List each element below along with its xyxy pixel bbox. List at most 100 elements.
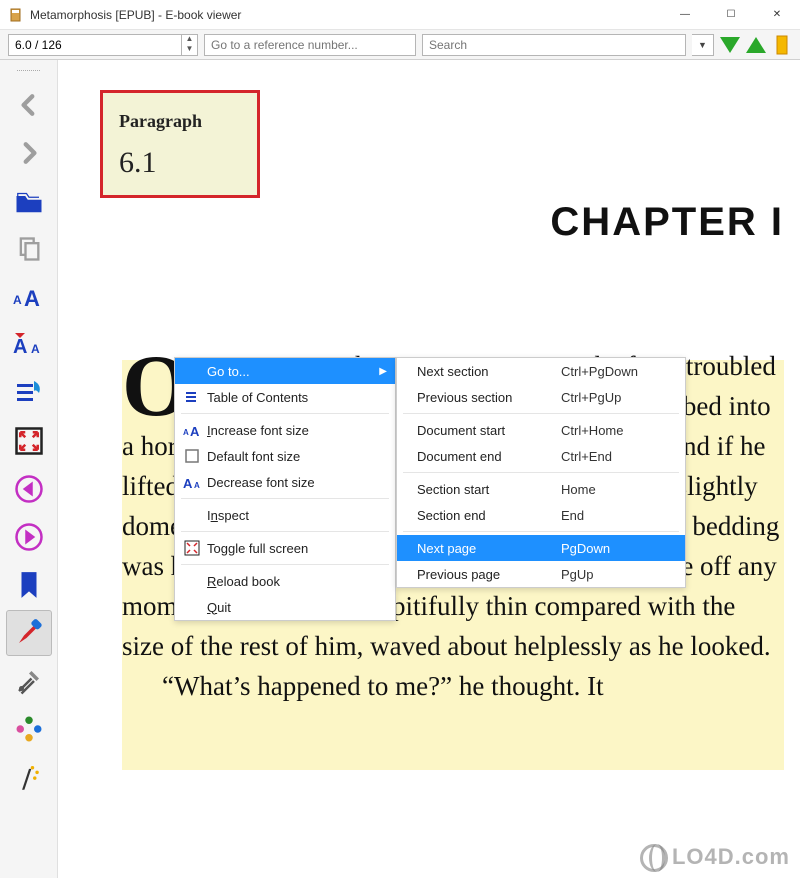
svg-text:A: A: [194, 481, 200, 489]
lookup-button[interactable]: [6, 754, 52, 800]
paragraph-indicator: Paragraph 6.1: [100, 90, 260, 198]
paragraph-label: Paragraph: [119, 111, 241, 132]
svg-text:A: A: [13, 293, 22, 307]
minimize-button[interactable]: —: [662, 0, 708, 30]
submenu-item[interactable]: Section startHome: [397, 476, 685, 502]
themes-button[interactable]: [6, 706, 52, 752]
prev-match-button[interactable]: [746, 34, 766, 56]
menu-item[interactable]: Inspect: [175, 502, 395, 528]
submenu-item-label: Section start: [413, 482, 561, 497]
submenu-item[interactable]: Previous pagePgUp: [397, 561, 685, 587]
submenu-item[interactable]: Document endCtrl+End: [397, 443, 685, 469]
menu-item[interactable]: AAIncrease font size: [175, 417, 395, 443]
submenu-item-label: Document end: [413, 449, 561, 464]
svg-text:A: A: [183, 476, 193, 489]
reference-input[interactable]: [204, 34, 416, 56]
increase-font-button[interactable]: AA: [6, 274, 52, 320]
page-position-input[interactable]: [9, 35, 181, 55]
menu-separator: [181, 498, 389, 499]
menu-separator: [403, 531, 679, 532]
submenu-item-label: Previous page: [413, 567, 561, 582]
fullscreen-button[interactable]: [6, 418, 52, 464]
submenu-item-shortcut: Home: [561, 482, 671, 497]
menu-item[interactable]: Quit: [175, 594, 395, 620]
font-def-icon: [181, 448, 203, 464]
menu-item[interactable]: Go to...▶: [175, 358, 395, 384]
font-dec-icon: AA: [181, 475, 203, 489]
menu-item-label: Inspect: [203, 508, 377, 523]
bookmark-button[interactable]: [6, 562, 52, 608]
menu-item[interactable]: Table of Contents: [175, 384, 395, 410]
submenu-arrow-icon: ▶: [379, 366, 387, 377]
open-book-button[interactable]: [6, 178, 52, 224]
menu-item-label: Toggle full screen: [203, 541, 377, 556]
menu-separator: [181, 564, 389, 565]
submenu-item-label: Next page: [413, 541, 561, 556]
submenu-item-shortcut: Ctrl+End: [561, 449, 671, 464]
forward-button[interactable]: [6, 130, 52, 176]
svg-text:A: A: [183, 428, 189, 437]
submenu-item-shortcut: Ctrl+PgUp: [561, 390, 671, 405]
svg-text:A: A: [24, 286, 40, 309]
submenu-item-label: Next section: [413, 364, 561, 379]
sidebar: AA AA: [0, 60, 58, 878]
context-menu[interactable]: Go to...▶Table of ContentsAAIncrease fon…: [174, 357, 396, 621]
submenu-item-shortcut: Ctrl+PgDown: [561, 364, 671, 379]
paragraph-number: 6.1: [119, 146, 241, 180]
font-inc-icon: AA: [181, 423, 203, 437]
spin-up-button[interactable]: ▲: [182, 35, 197, 45]
submenu-item-label: Section end: [413, 508, 561, 523]
submenu-item-shortcut: Ctrl+Home: [561, 423, 671, 438]
menu-item-label: Go to...: [203, 364, 377, 379]
submenu-item[interactable]: Previous sectionCtrl+PgUp: [397, 384, 685, 410]
menu-item-label: Quit: [203, 600, 377, 615]
help-button[interactable]: [772, 34, 792, 56]
menu-item[interactable]: Toggle full screen: [175, 535, 395, 561]
menu-item-label: Table of Contents: [203, 390, 377, 405]
window-title: Metamorphosis [EPUB] - E-book viewer: [30, 8, 662, 22]
menu-item[interactable]: AADecrease font size: [175, 469, 395, 495]
fullscreen-icon: [181, 540, 203, 556]
toolbar: ▲ ▼ ▼: [0, 30, 800, 60]
highlight-button[interactable]: [6, 610, 52, 656]
submenu-item-shortcut: PgDown: [561, 541, 671, 556]
next-page-button[interactable]: [6, 514, 52, 560]
chapter-heading: CHAPTER I: [550, 200, 784, 245]
submenu-item-label: Previous section: [413, 390, 561, 405]
toc-icon: [181, 389, 203, 405]
preferences-button[interactable]: [6, 658, 52, 704]
menu-item-label: Increase font size: [203, 423, 377, 438]
submenu-item[interactable]: Document startCtrl+Home: [397, 417, 685, 443]
search-input[interactable]: [422, 34, 686, 56]
next-match-button[interactable]: [720, 34, 740, 56]
decrease-font-button[interactable]: AA: [6, 322, 52, 368]
copy-button[interactable]: [6, 226, 52, 272]
spin-down-button[interactable]: ▼: [182, 45, 197, 55]
menu-separator: [181, 531, 389, 532]
search-dropdown-button[interactable]: ▼: [692, 34, 714, 56]
menu-separator: [403, 472, 679, 473]
back-button[interactable]: [6, 82, 52, 128]
menu-separator: [181, 413, 389, 414]
menu-item[interactable]: Reload book: [175, 568, 395, 594]
submenu-item[interactable]: Next sectionCtrl+PgDown: [397, 358, 685, 384]
submenu-item-shortcut: End: [561, 508, 671, 523]
menu-item-label: Decrease font size: [203, 475, 377, 490]
submenu-item[interactable]: Section endEnd: [397, 502, 685, 528]
goto-submenu[interactable]: Next sectionCtrl+PgDownPrevious sectionC…: [396, 357, 686, 588]
prev-page-button[interactable]: [6, 466, 52, 512]
menu-separator: [403, 413, 679, 414]
submenu-item-label: Document start: [413, 423, 561, 438]
close-button[interactable]: ✕: [754, 0, 800, 30]
submenu-item[interactable]: Next pagePgDown: [397, 535, 685, 561]
toolbar-grip[interactable]: [14, 66, 44, 74]
paragraph-2: “What’s happened to me?” he thought. It: [162, 671, 604, 701]
svg-text:A: A: [190, 424, 200, 437]
menu-item-label: Reload book: [203, 574, 377, 589]
maximize-button[interactable]: ☐: [708, 0, 754, 30]
submenu-item-shortcut: PgUp: [561, 567, 671, 582]
toc-button[interactable]: [6, 370, 52, 416]
titlebar: Metamorphosis [EPUB] - E-book viewer — ☐…: [0, 0, 800, 30]
page-position-spinbox[interactable]: ▲ ▼: [8, 34, 198, 56]
menu-item[interactable]: Default font size: [175, 443, 395, 469]
